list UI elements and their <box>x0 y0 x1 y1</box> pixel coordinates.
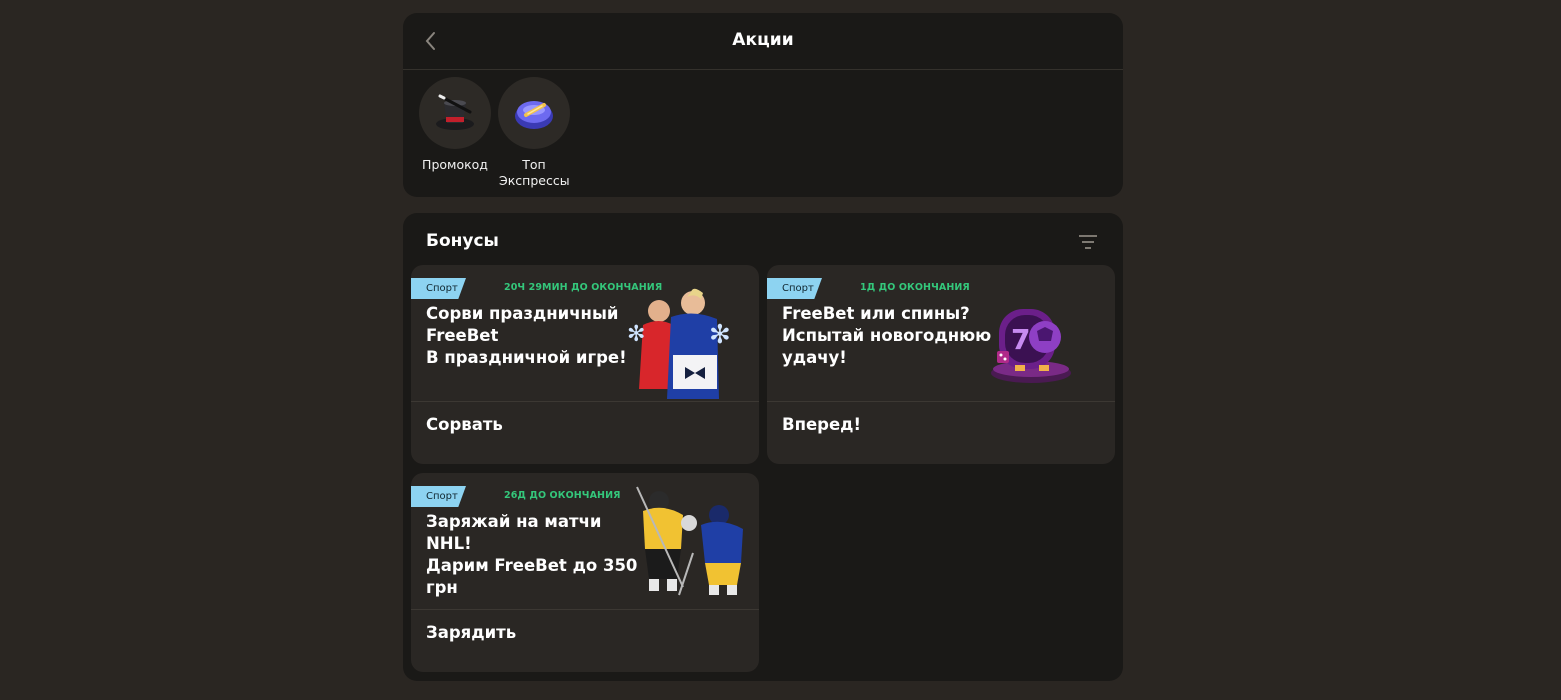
page-title: Акции <box>732 30 794 50</box>
quick-link-top-express[interactable]: Топ Экспрессы <box>489 77 579 189</box>
category-tag: Спорт <box>767 278 822 299</box>
bonus-action-button[interactable]: Зарядить <box>426 623 516 642</box>
football-players-gift-image: ✻ ✻ <box>627 288 731 399</box>
promocode-icon-circle <box>419 77 491 149</box>
magic-hat-icon <box>436 94 474 130</box>
promotions-panel: Акции Промокод Топ Экспрессы <box>403 13 1123 197</box>
category-tag: Спорт <box>411 278 466 299</box>
bonus-card[interactable]: Спорт 26Д ДО ОКОНЧАНИЯ Заряжай на матчи … <box>411 473 759 672</box>
countdown-timer: 1Д ДО ОКОНЧАНИЯ <box>860 282 970 293</box>
bonus-card-title: Сорви праздничный FreeBet В праздничной … <box>426 304 627 367</box>
bonuses-panel: Бонусы Спорт 20Ч 29МИН ДО ОКОНЧАНИЯ Сорв… <box>403 213 1123 681</box>
bonus-action-button[interactable]: Вперед! <box>782 415 861 434</box>
bonus-card[interactable]: Спорт 1Д ДО ОКОНЧАНИЯ FreeBet или спины?… <box>767 265 1115 464</box>
svg-text:7: 7 <box>1011 323 1030 356</box>
filter-icon <box>1079 235 1097 249</box>
category-tag: Спорт <box>411 486 466 507</box>
hockey-players-image <box>636 486 743 596</box>
quick-link-label: Промокод <box>422 157 488 172</box>
card-divider <box>411 401 759 402</box>
quick-link-promocode[interactable]: Промокод <box>410 77 500 173</box>
filter-button[interactable] <box>1077 231 1099 253</box>
card-divider <box>411 609 759 610</box>
countdown-timer: 26Д ДО ОКОНЧАНИЯ <box>504 490 621 501</box>
svg-text:✻: ✻ <box>627 322 645 347</box>
top-express-icon-circle <box>498 77 570 149</box>
bonus-card-title: FreeBet или спины? Испытай новогоднюю уд… <box>782 304 992 367</box>
bonus-action-button[interactable]: Сорвать <box>426 415 503 434</box>
bonus-card[interactable]: Спорт 20Ч 29МИН ДО ОКОНЧАНИЯ Сорви празд… <box>411 265 759 464</box>
slot-machine-ball-image: 7 <box>991 309 1071 383</box>
promotions-header: Акции <box>403 13 1123 70</box>
bonus-card-title: Заряжай на матчи NHL! Дарим FreeBet до 3… <box>426 512 638 597</box>
rocket-disc-icon <box>515 101 553 129</box>
quick-link-label: Топ Экспрессы <box>499 157 570 188</box>
card-divider <box>767 401 1115 402</box>
bonuses-title: Бонусы <box>426 231 499 251</box>
svg-text:✻: ✻ <box>709 320 731 350</box>
